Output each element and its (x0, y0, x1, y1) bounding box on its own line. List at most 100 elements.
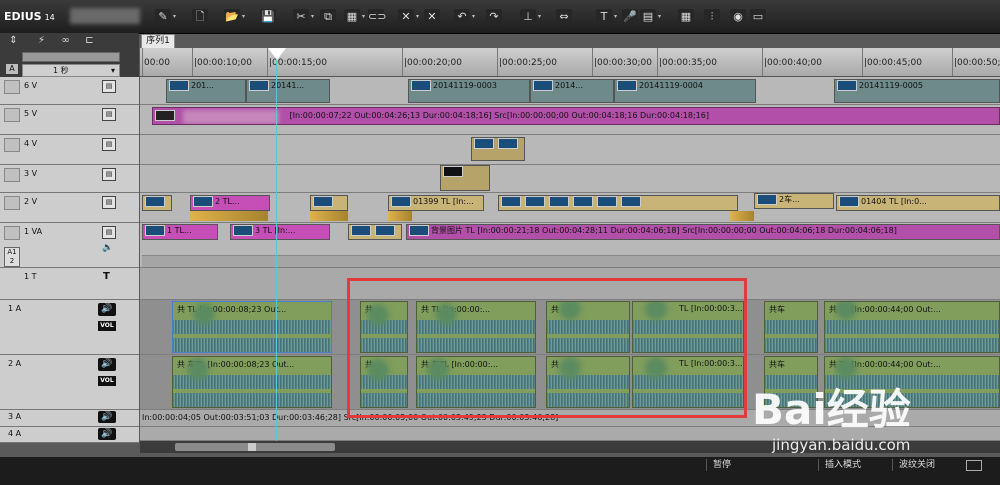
track-header-a4[interactable]: 4 A 🔊 (0, 427, 139, 443)
volume-button[interactable]: VOL (98, 376, 116, 386)
film-icon[interactable]: ▤ (102, 196, 116, 209)
clip[interactable]: 20141... (246, 79, 330, 103)
clip[interactable]: 2 TL... (190, 195, 270, 211)
speaker-icon[interactable]: 🔊 (98, 358, 116, 371)
clip[interactable]: 2车... (754, 193, 834, 209)
color-icon[interactable]: ◉ (730, 9, 746, 25)
track-toggle[interactable] (4, 168, 20, 182)
chevron-down-icon[interactable]: ▾ (538, 14, 544, 20)
track-toggle[interactable] (4, 108, 20, 122)
chevron-down-icon[interactable]: ▾ (614, 14, 620, 20)
clip[interactable]: 20141119-0004 (614, 79, 756, 103)
audio-clip[interactable]: 共 TL [In:00:00:44;00 Out:... (824, 301, 1000, 353)
track-header-v6[interactable]: 6 V ▤ (0, 77, 139, 105)
chevron-down-icon[interactable]: ▾ (311, 14, 317, 20)
grid-icon[interactable]: ▦ (678, 9, 694, 25)
split-icon[interactable]: ✕ (398, 9, 414, 25)
clip[interactable]: 1 TL... (142, 224, 218, 240)
chevron-down-icon[interactable]: ▾ (472, 14, 478, 20)
zoom-slider[interactable] (22, 52, 120, 62)
clip[interactable] (310, 195, 348, 211)
track-toggle[interactable] (4, 196, 20, 210)
chevron-down-icon[interactable]: ▾ (416, 14, 422, 20)
expand-icon[interactable]: ⇕ (6, 35, 21, 47)
clip[interactable]: 01404 TL [In:0... (836, 195, 1000, 211)
render-icon[interactable]: ▤ (640, 9, 656, 25)
track-toggle[interactable] (4, 138, 20, 152)
ripple-icon[interactable]: ⇔ (556, 9, 572, 25)
transition[interactable] (730, 211, 754, 221)
waveform-icon[interactable]: ∞ (58, 35, 73, 47)
track-header-a1[interactable]: 1 A 🔊 VOL (0, 300, 139, 355)
copy-icon[interactable]: ⧉ (320, 9, 336, 25)
speaker-icon[interactable]: 🔈 (102, 243, 113, 253)
track-header-v4[interactable]: 4 V ▤ (0, 135, 139, 165)
save-icon[interactable]: 💾 (260, 9, 276, 25)
clip[interactable]: 201... (166, 79, 246, 103)
speaker-icon[interactable]: 🔊 (98, 411, 116, 423)
clip[interactable] (142, 195, 172, 211)
lane-v3[interactable] (140, 165, 1000, 193)
chevron-down-icon[interactable]: ▾ (658, 14, 664, 20)
clip[interactable]: 背景图片 TL [In:00:00:21;18 Out:00:04:28;11 … (406, 224, 1000, 240)
chevron-down-icon[interactable]: ▾ (173, 14, 179, 20)
chevron-down-icon[interactable]: ▾ (242, 14, 248, 20)
layout-icon[interactable]: ▭ (750, 9, 766, 25)
clip[interactable]: 3 TL [In:... (230, 224, 330, 240)
clip[interactable]: 01399 TL [In:... (388, 195, 484, 211)
clip[interactable] (498, 195, 738, 211)
new-project-icon[interactable]: 🗋 (192, 9, 208, 25)
mixer-icon[interactable]: ⫶ (704, 9, 720, 25)
speaker-icon[interactable]: 🔊 (98, 428, 116, 440)
lane-v4[interactable] (140, 135, 1000, 165)
track-toggle[interactable] (4, 226, 20, 240)
transition[interactable] (190, 211, 268, 221)
timescale-select[interactable]: 1 秒 ▾ (22, 64, 120, 77)
transition[interactable] (388, 211, 412, 221)
track-header-v2[interactable]: 2 V ▤ (0, 193, 139, 223)
sync-icon[interactable]: ⚡ (34, 35, 49, 47)
transition[interactable] (310, 211, 348, 221)
marker-icon[interactable]: ⊥ (520, 9, 536, 25)
track-toggle[interactable] (4, 80, 20, 94)
clip[interactable]: 2014... (530, 79, 614, 103)
audio-clip[interactable]: 共车 (764, 301, 818, 353)
track-header-t1[interactable]: 1 T T (0, 268, 139, 300)
playhead-handle[interactable] (268, 48, 286, 60)
speaker-icon[interactable]: 🔊 (98, 303, 116, 316)
track-header-v5[interactable]: 5 V ▤ (0, 105, 139, 135)
clip-v4[interactable] (471, 137, 525, 161)
audio-clip[interactable]: 共 TL [In:00:00:08;23 Out... (172, 301, 332, 353)
link-icon[interactable]: ⊂⊃ (368, 9, 386, 25)
film-icon[interactable]: ▤ (102, 108, 116, 121)
track-header-a2[interactable]: 2 A 🔊 VOL (0, 355, 139, 410)
cut-icon[interactable]: ✂ (293, 9, 309, 25)
film-icon[interactable]: ▤ (102, 168, 116, 181)
clip[interactable] (348, 224, 402, 240)
audio-clip[interactable]: 共 车TL [In:00:00:08;23 Out... (172, 356, 332, 408)
undo-icon[interactable]: ↶ (454, 9, 470, 25)
clip[interactable]: 20141119-0003 (408, 79, 530, 103)
redo-icon[interactable]: ↷ (486, 9, 502, 25)
pen-icon[interactable]: ✎ (155, 9, 171, 25)
link-mode-icon[interactable]: ⊏ (82, 35, 97, 47)
tab-sequence[interactable]: 序列1 (141, 34, 175, 49)
track-patch-a1a2[interactable]: A1 2 (4, 247, 20, 267)
delete-icon[interactable]: ✕ (424, 9, 440, 25)
film-icon[interactable]: ▤ (102, 80, 116, 93)
va1-audio-sublane[interactable] (142, 255, 1000, 267)
clip[interactable]: 20141119-0005 (834, 79, 1000, 103)
lock-a-button[interactable]: A (6, 64, 18, 74)
clip-v5[interactable]: [In:00:00:07;22 Out:00:04:26;13 Dur:00:0… (152, 107, 1000, 125)
clip-v3[interactable] (440, 165, 490, 191)
playhead-line[interactable] (276, 48, 277, 453)
paste-icon[interactable]: ▦ (344, 9, 360, 25)
volume-button[interactable]: VOL (98, 321, 116, 331)
track-header-v3[interactable]: 3 V ▤ (0, 165, 139, 193)
film-icon[interactable]: ▤ (102, 226, 116, 239)
title-icon[interactable]: T (596, 9, 612, 25)
track-header-a3[interactable]: 3 A 🔊 (0, 410, 139, 427)
scrollbar-grip[interactable] (248, 443, 256, 451)
voiceover-icon[interactable]: 🎤 (622, 9, 638, 25)
open-project-icon[interactable]: 📂 (224, 9, 240, 25)
